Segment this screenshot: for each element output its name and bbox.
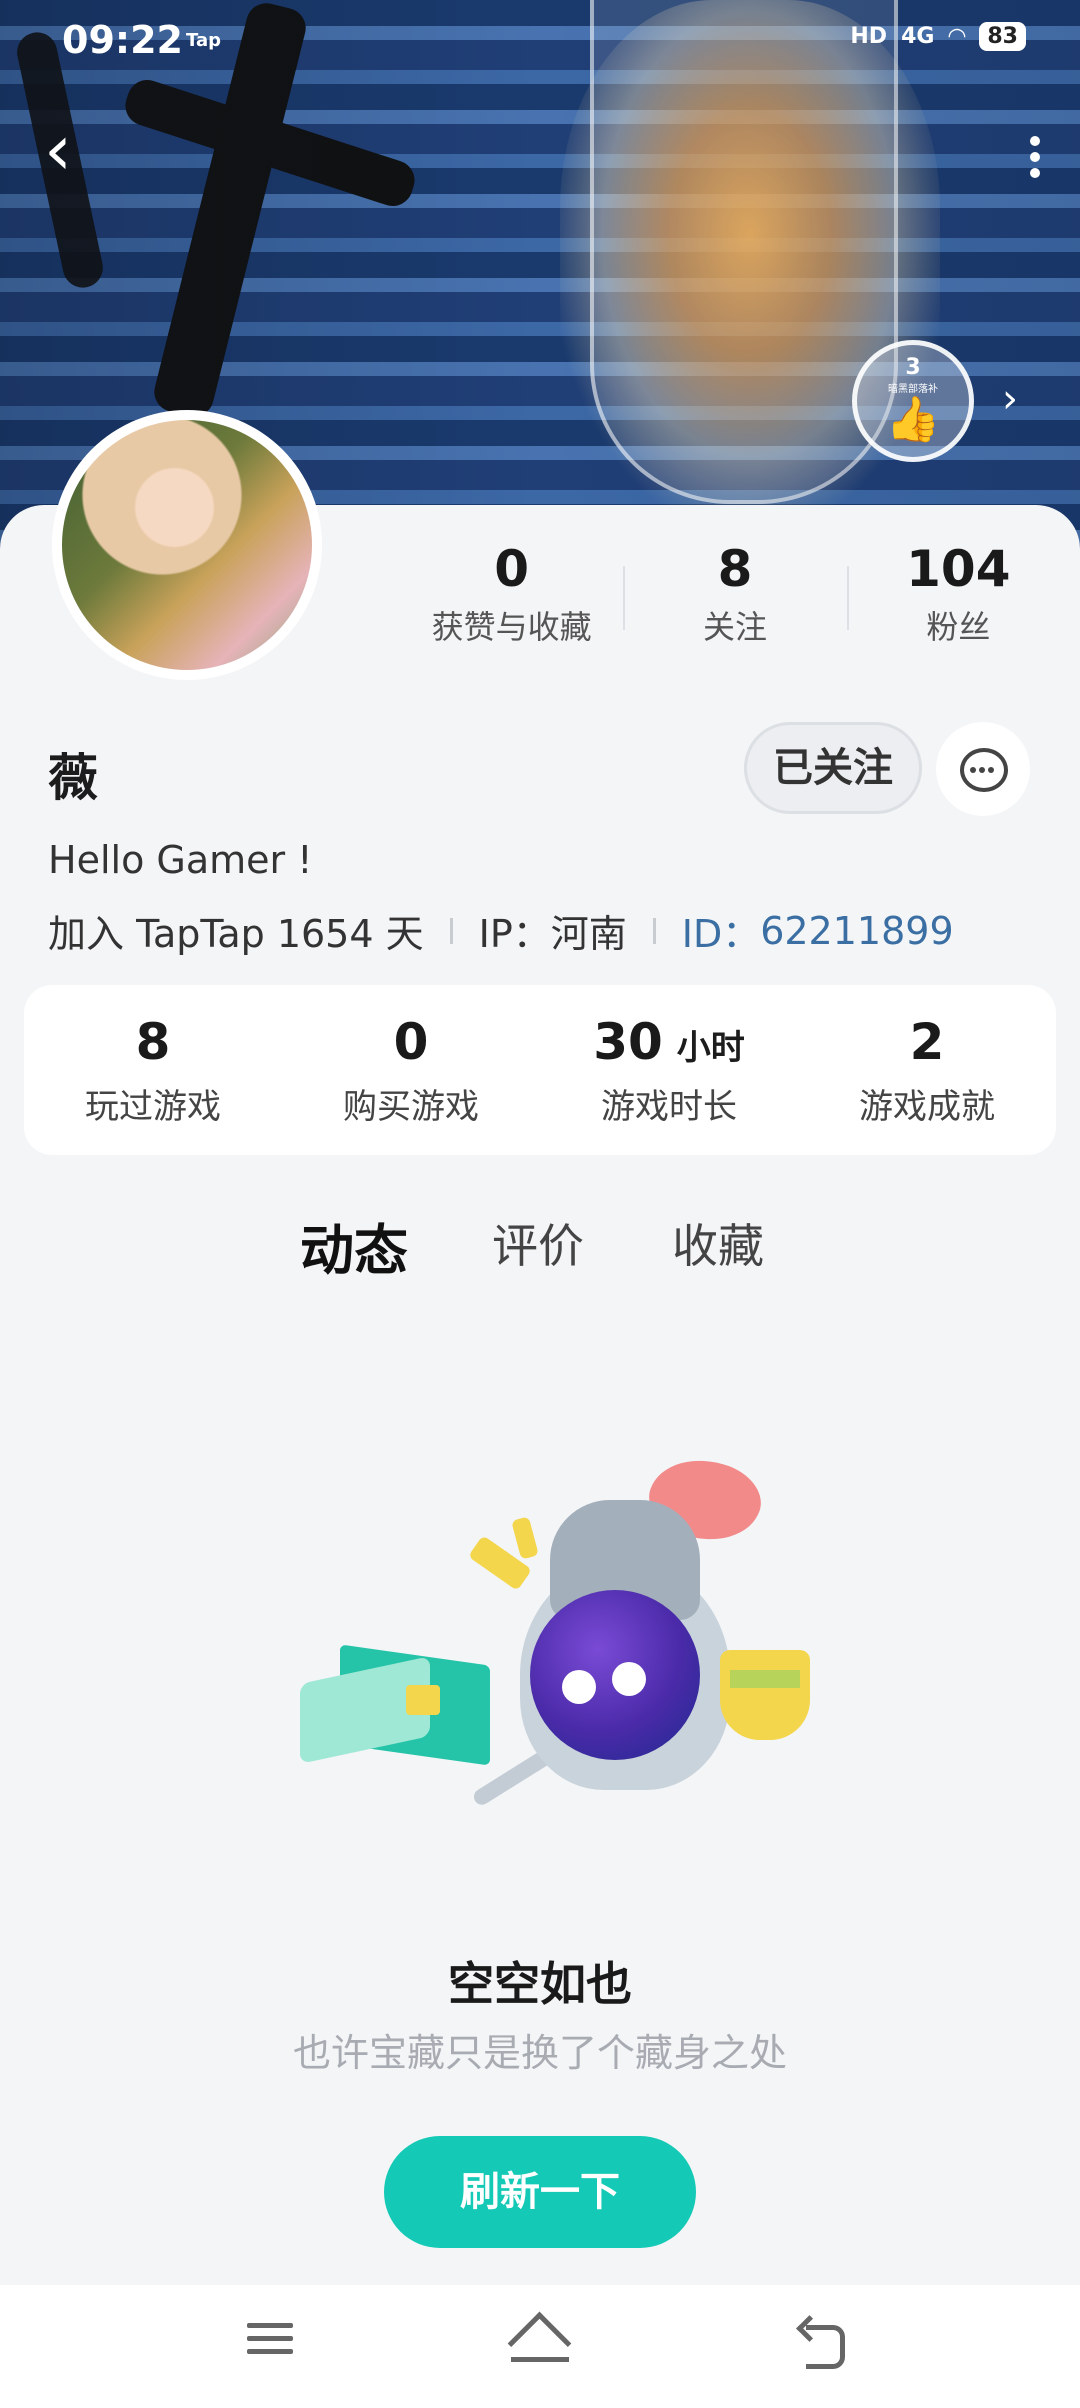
badge-number: 3 [905, 355, 921, 380]
game-stat-label: 游戏时长 [601, 1087, 737, 1127]
ip-location: IP：河南 [478, 912, 627, 956]
tab-activity[interactable]: 动态 [300, 1206, 408, 1285]
join-days: 加入 TapTap 1654 天 [48, 912, 424, 956]
empty-subtitle: 也许宝藏只是换了个藏身之处 [292, 2031, 787, 2075]
games-purchased[interactable]: 0 购买游戏 [282, 985, 540, 1155]
divider [449, 917, 453, 944]
sparkle-icon [511, 1516, 539, 1560]
status-bar: 09:22 Tap HD 4G ◠ 83 [0, 0, 1080, 84]
signal-icon: 4G [901, 24, 935, 49]
user-meta: 加入 TapTap 1654 天 IP：河南 ID： 62211899 [48, 903, 954, 958]
game-stat-value: 2 [909, 1013, 945, 1071]
shield-icon [720, 1650, 810, 1740]
stat-label: 关注 [702, 608, 767, 646]
followed-button[interactable]: 已关注 [744, 722, 922, 814]
user-name: 薇 [48, 749, 98, 807]
back-arrow-icon[interactable]: ‹ [44, 115, 104, 190]
chevron-right-icon[interactable]: › [1002, 376, 1018, 422]
stat-value: 8 [717, 540, 753, 598]
stat-likes[interactable]: 0 获赞与收藏 [400, 540, 623, 660]
status-icons: HD 4G ◠ 83 [850, 22, 1026, 51]
avatar[interactable] [52, 410, 322, 680]
social-stats: 0 获赞与收藏 8 关注 104 粉丝 [400, 540, 1070, 660]
wifi-icon: ◠ [948, 24, 966, 49]
game-stat-value: 30 [593, 1013, 663, 1071]
status-time: 09:22 [62, 18, 183, 62]
chat-bubble-icon [960, 748, 1008, 792]
games-played[interactable]: 8 玩过游戏 [24, 985, 282, 1155]
badge-text: 暗黑部落补 [888, 384, 938, 395]
chest-lock [406, 1685, 440, 1715]
empty-title: 空空如也 [448, 1957, 632, 2011]
user-id[interactable]: 62211899 [760, 909, 953, 953]
game-stats-card: 8 玩过游戏 0 购买游戏 30 小时 游戏时长 2 游戏成就 [24, 985, 1056, 1155]
tab-label: 动态 [300, 1219, 408, 1282]
refresh-button[interactable]: 刷新一下 [384, 2136, 696, 2248]
tab-label: 评价 [492, 1219, 584, 1273]
user-bio: Hello Gamer ! [48, 838, 313, 882]
game-stat-label: 购买游戏 [343, 1087, 479, 1127]
play-time[interactable]: 30 小时 游戏时长 [540, 985, 798, 1155]
hd-icon: HD [850, 24, 888, 49]
tab-favorites[interactable]: 收藏 [672, 1210, 764, 1276]
game-stat-label: 游戏成就 [859, 1087, 995, 1127]
achievement-badge[interactable]: 3 暗黑部落补 👍 [852, 340, 974, 462]
more-options-icon[interactable] [1020, 130, 1050, 180]
divider [652, 917, 656, 944]
game-stat-unit: 小时 [676, 1028, 745, 1068]
stat-value: 104 [906, 540, 1011, 598]
stat-followers[interactable]: 104 粉丝 [846, 540, 1070, 660]
game-stat-label: 玩过游戏 [85, 1087, 221, 1127]
game-stat-value: 8 [135, 1013, 171, 1071]
content-tabs: 动态 评价 收藏 [0, 1210, 1080, 1290]
menu-icon[interactable] [230, 2315, 310, 2375]
achievements[interactable]: 2 游戏成就 [798, 985, 1056, 1155]
game-stat-value: 0 [393, 1013, 429, 1071]
battery-icon: 83 [979, 22, 1026, 51]
tap-notification-icon: Tap [186, 30, 221, 51]
home-icon[interactable] [505, 2311, 585, 2376]
tab-reviews[interactable]: 评价 [492, 1210, 584, 1276]
user-id-label: ID： [681, 912, 761, 956]
knight-eye [612, 1662, 646, 1696]
empty-state-illustration [280, 1440, 820, 1840]
thumbs-up-icon: 👍 [885, 394, 941, 445]
system-nav-bar [0, 2285, 1080, 2408]
message-button[interactable] [936, 722, 1030, 816]
stat-label: 粉丝 [926, 608, 991, 646]
knight-eye [562, 1670, 596, 1704]
tab-label: 收藏 [672, 1219, 764, 1273]
back-icon[interactable] [790, 2315, 870, 2375]
stat-label: 获赞与收藏 [431, 608, 592, 646]
stat-value: 0 [494, 540, 530, 598]
stat-following[interactable]: 8 关注 [623, 540, 846, 660]
